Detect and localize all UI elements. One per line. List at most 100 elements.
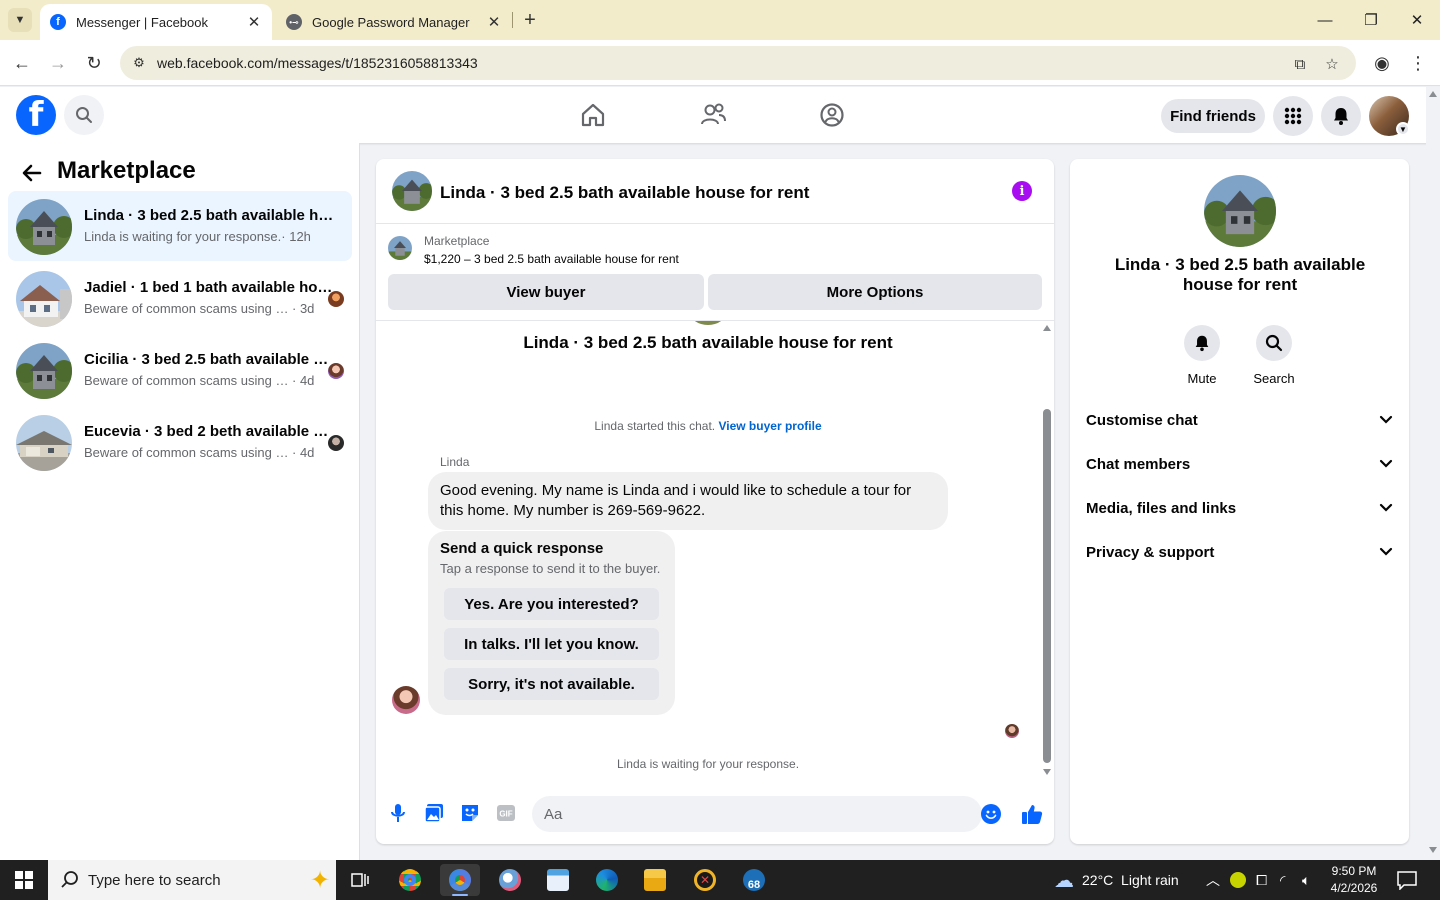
site-info-icon[interactable]: ⚙ <box>130 54 148 72</box>
tab-password-manager[interactable]: •⊸ Google Password Manager ✕ <box>276 4 512 40</box>
view-buyer-profile-link[interactable]: View buyer profile <box>718 419 821 433</box>
tray-volume-icon[interactable]: 🔈︎ <box>1302 860 1310 900</box>
groups-nav-button[interactable] <box>818 101 846 129</box>
privacy-support-section[interactable]: Privacy & support <box>1078 530 1401 574</box>
cloud-rain-icon: ☁ <box>1054 869 1074 892</box>
conversation-item-jadiel[interactable]: Jadiel · 1 bed 1 bath available house fo… <box>8 263 352 333</box>
chat-details-panel: Linda · 3 bed 2.5 bath available house f… <box>1070 159 1409 844</box>
back-arrow-button[interactable] <box>18 159 46 187</box>
seen-avatar <box>328 363 344 379</box>
taskbar-search-placeholder: Type here to search <box>88 872 221 889</box>
facebook-favicon-icon: f <box>50 14 66 30</box>
voice-clip-button[interactable] <box>388 803 408 823</box>
tab-search-button[interactable]: ▼ <box>8 8 32 32</box>
notification-center-button[interactable] <box>1396 870 1418 891</box>
attach-photo-button[interactable] <box>424 803 444 823</box>
task-view-button[interactable] <box>340 864 380 896</box>
chat-members-section[interactable]: Chat members <box>1078 442 1401 486</box>
back-button[interactable]: ← <box>8 49 36 77</box>
taskbar-search-box[interactable]: Type here to search ✦ <box>48 860 336 900</box>
quick-response-not-available-button[interactable]: Sorry, it's not available. <box>444 668 659 700</box>
tab-messenger[interactable]: f Messenger | Facebook ✕ <box>40 4 272 40</box>
address-bar[interactable]: ⚙ web.facebook.com/messages/t/1852316058… <box>120 46 1356 80</box>
conversation-item-linda[interactable]: Linda · 3 bed 2.5 bath available house f… <box>8 191 352 261</box>
like-button[interactable] <box>1021 803 1043 825</box>
conversation-item-eucevia[interactable]: Eucevia · 3 bed 2 beth available house f… <box>8 407 352 477</box>
facebook-logo-icon[interactable]: f <box>16 95 56 135</box>
conversation-item-cicilia[interactable]: Cicilia · 3 bed 2.5 bath available house… <box>8 335 352 405</box>
taskbar-clock[interactable]: 9:50 PM 4/2/2026 <box>1318 863 1390 897</box>
notepad-icon <box>547 869 569 891</box>
chat-title[interactable]: Linda · 3 bed 2.5 bath available house f… <box>440 183 809 203</box>
chrome-icon <box>449 869 471 891</box>
chat-avatar[interactable] <box>392 171 432 211</box>
facebook-header: f Find friends ▼ <box>0 87 1440 143</box>
install-app-icon[interactable]: ⧉ <box>1290 54 1310 74</box>
taskbar-file-explorer[interactable] <box>635 864 675 896</box>
message-bubble[interactable]: Good evening. My name is Linda and i wou… <box>428 472 948 530</box>
gif-button[interactable]: GIF <box>496 803 516 823</box>
message-scrollbar[interactable] <box>1040 321 1054 781</box>
listing-price[interactable]: $1,220 – 3 bed 2.5 bath available house … <box>424 252 679 266</box>
scroll-down-icon[interactable] <box>1429 847 1437 853</box>
chevron-up-icon: ︿ <box>1206 872 1220 888</box>
search-in-chat-button[interactable]: Search <box>1244 325 1304 386</box>
start-button[interactable] <box>0 860 48 900</box>
scroll-up-icon[interactable] <box>1043 325 1051 331</box>
bookmark-star-icon[interactable]: ☆ <box>1322 54 1342 74</box>
scroll-thumb[interactable] <box>1043 409 1051 763</box>
message-input[interactable] <box>532 796 982 832</box>
chevron-down-icon[interactable]: ▼ <box>1396 122 1410 136</box>
customise-chat-section[interactable]: Customise chat <box>1078 398 1401 442</box>
scroll-down-icon[interactable] <box>1043 769 1051 775</box>
new-tab-button[interactable]: + <box>518 8 542 32</box>
facebook-search-button[interactable] <box>64 95 104 135</box>
quick-response-in-talks-button[interactable]: In talks. I'll let you know. <box>444 628 659 660</box>
minimize-window-button[interactable]: — <box>1302 4 1348 36</box>
home-nav-button[interactable] <box>579 101 607 129</box>
browser-menu-icon[interactable]: ⋮ <box>1404 49 1432 77</box>
close-tab-icon[interactable]: ✕ <box>484 12 504 32</box>
mute-label: Mute <box>1187 371 1217 386</box>
tray-overflow-button[interactable]: ︿ <box>1206 860 1220 900</box>
taskbar-app-notepad[interactable] <box>538 864 578 896</box>
listing-thumbnail[interactable] <box>388 236 412 260</box>
taskbar-app-paint[interactable] <box>490 864 530 896</box>
listing-thumbnail <box>16 199 72 255</box>
message-list[interactable]: Linda · 3 bed 2.5 bath available house f… <box>376 321 1040 781</box>
tray-meet-icon[interactable]: ⧠ <box>1256 860 1267 900</box>
tray-network-icon[interactable]: ◜ <box>1280 860 1285 900</box>
quick-response-yes-button[interactable]: Yes. Are you interested? <box>444 588 659 620</box>
view-buyer-button[interactable]: View buyer <box>388 274 704 310</box>
menu-button[interactable] <box>1273 96 1313 136</box>
taskbar-app-badge[interactable]: 68 <box>734 864 774 896</box>
forward-button[interactable]: → <box>44 49 72 77</box>
tray-app-icon[interactable] <box>1230 860 1246 900</box>
notifications-button[interactable] <box>1321 96 1361 136</box>
taskbar-chrome-1[interactable] <box>390 864 430 896</box>
taskbar-edge[interactable] <box>587 864 627 896</box>
emoji-icon[interactable] <box>981 804 1001 824</box>
bell-icon <box>1334 108 1348 125</box>
more-options-button[interactable]: More Options <box>708 274 1042 310</box>
sticker-button[interactable] <box>460 803 480 823</box>
reload-button[interactable]: ↻ <box>80 49 108 77</box>
close-window-button[interactable]: ✕ <box>1394 4 1440 36</box>
media-files-links-section[interactable]: Media, files and links <box>1078 486 1401 530</box>
find-friends-button[interactable]: Find friends <box>1161 99 1265 133</box>
weather-widget[interactable]: ☁ 22°C Light rain <box>1054 860 1179 900</box>
sender-avatar[interactable] <box>392 686 420 714</box>
taskbar-chrome-2[interactable] <box>440 864 480 896</box>
restore-window-button[interactable]: ❐ <box>1348 4 1394 36</box>
close-tab-icon[interactable]: ✕ <box>244 12 264 32</box>
browser-profile-icon[interactable]: ◉ <box>1368 49 1396 77</box>
info-icon[interactable]: i <box>1012 181 1032 201</box>
key-favicon-icon: •⊸ <box>286 14 302 30</box>
mute-button[interactable]: Mute <box>1172 325 1232 386</box>
details-avatar[interactable] <box>1204 175 1276 247</box>
page-scrollbar[interactable] <box>1426 87 1440 860</box>
conversation-time: · 4d <box>292 445 315 460</box>
taskbar-app-x[interactable]: ✕ <box>685 864 725 896</box>
scroll-up-icon[interactable] <box>1429 91 1437 97</box>
friends-nav-button[interactable] <box>699 101 727 129</box>
